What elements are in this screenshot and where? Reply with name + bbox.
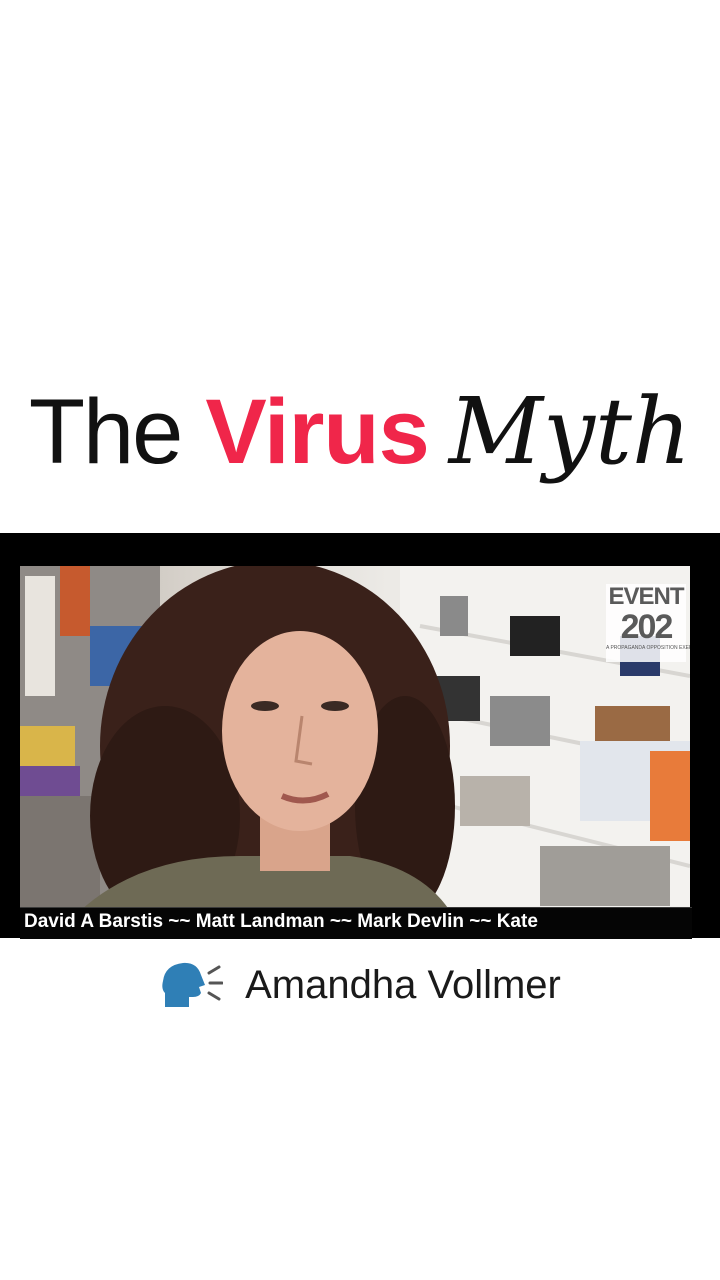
speaking-head-icon bbox=[162, 962, 224, 1007]
ticker-bar: David A Barstis ~~ Matt Landman ~~ Mark … bbox=[20, 907, 692, 939]
video-frame: EVENT 202 A PROPAGANDA OPPOSITION EXERCI… bbox=[0, 533, 720, 938]
event-logo-tagline: A PROPAGANDA OPPOSITION EXERCISE bbox=[606, 645, 690, 651]
video-still: EVENT 202 A PROPAGANDA OPPOSITION EXERCI… bbox=[20, 566, 690, 911]
speaker-caption: Amandha Vollmer bbox=[0, 955, 720, 1015]
video-scene-illustration bbox=[20, 566, 690, 911]
event-logo-number: 202 bbox=[620, 608, 674, 646]
headline-word-virus: Virus bbox=[205, 381, 429, 483]
event-logo: EVENT 202 A PROPAGANDA OPPOSITION EXERCI… bbox=[606, 583, 690, 662]
speaker-name: Amandha Vollmer bbox=[245, 962, 561, 1007]
ticker-text: David A Barstis ~~ Matt Landman ~~ Mark … bbox=[24, 911, 538, 932]
event-logo-word: EVENT bbox=[608, 583, 684, 610]
headline-word-the: The bbox=[28, 381, 184, 483]
headline: The Virus Myth bbox=[0, 378, 720, 518]
headline-word-myth: Myth bbox=[448, 378, 692, 485]
